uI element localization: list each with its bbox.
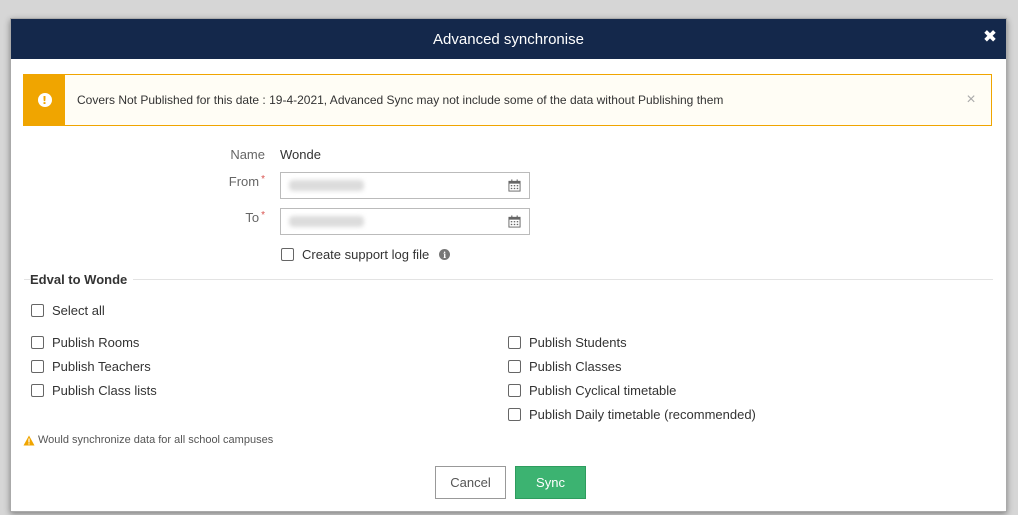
from-label: From * bbox=[205, 174, 265, 189]
publish-teachers-checkbox[interactable] bbox=[31, 360, 44, 373]
alert-message: Covers Not Published for this date : 19-… bbox=[77, 93, 724, 107]
warning-alert: ! Covers Not Published for this date : 1… bbox=[23, 74, 992, 126]
option-row: Publish Teachers bbox=[31, 359, 151, 374]
option-row: Publish Daily timetable (recommended) bbox=[508, 407, 756, 422]
publish-classes-label: Publish Classes bbox=[529, 359, 622, 374]
alert-close-icon[interactable]: × bbox=[961, 91, 981, 109]
to-row: To * bbox=[205, 208, 530, 235]
to-date-input[interactable] bbox=[280, 208, 530, 235]
from-label-text: From bbox=[228, 174, 260, 189]
select-all-label: Select all bbox=[52, 303, 105, 318]
sync-button[interactable]: Sync bbox=[515, 466, 586, 499]
alert-icon-box: ! bbox=[24, 75, 65, 125]
publish-cyclical-timetable-label: Publish Cyclical timetable bbox=[529, 383, 677, 398]
publish-cyclical-timetable-checkbox[interactable] bbox=[508, 384, 521, 397]
select-all-checkbox[interactable] bbox=[31, 304, 44, 317]
publish-classes-checkbox[interactable] bbox=[508, 360, 521, 373]
support-log-checkbox[interactable] bbox=[281, 248, 294, 261]
info-icon[interactable]: i bbox=[439, 249, 451, 260]
publish-students-checkbox[interactable] bbox=[508, 336, 521, 349]
publish-daily-timetable-label: Publish Daily timetable (recommended) bbox=[529, 407, 756, 422]
exclamation-icon: ! bbox=[37, 93, 52, 107]
from-row: From * bbox=[205, 172, 530, 199]
from-date-input[interactable] bbox=[280, 172, 530, 199]
option-row: Publish Students bbox=[508, 335, 627, 350]
section-divider bbox=[24, 279, 993, 280]
publish-rooms-checkbox[interactable] bbox=[31, 336, 44, 349]
dialog-title: Advanced synchronise bbox=[433, 30, 584, 48]
from-date-value-blurred bbox=[289, 180, 364, 191]
select-all-row: Select all bbox=[31, 303, 105, 318]
cancel-button[interactable]: Cancel bbox=[435, 466, 506, 499]
campus-warning-text: Would synchronize data for all school ca… bbox=[38, 434, 274, 446]
publish-class-lists-label: Publish Class lists bbox=[52, 383, 157, 398]
name-label: Name bbox=[230, 147, 265, 162]
dialog-header: Advanced synchronise ✖ bbox=[11, 19, 1006, 59]
option-row: Publish Classes bbox=[508, 359, 622, 374]
publish-class-lists-checkbox[interactable] bbox=[31, 384, 44, 397]
campus-warning: Would synchronize data for all school ca… bbox=[23, 434, 273, 446]
option-row: Publish Class lists bbox=[31, 383, 157, 398]
option-row: Publish Rooms bbox=[31, 335, 139, 350]
support-log-label: Create support log file bbox=[302, 247, 430, 262]
publish-rooms-label: Publish Rooms bbox=[52, 335, 140, 350]
name-value: Wonde bbox=[280, 147, 321, 162]
advanced-sync-dialog: Advanced synchronise ✖ ! Covers Not Publ… bbox=[10, 18, 1007, 512]
name-row: Name Wonde bbox=[205, 147, 321, 162]
to-label-text: To bbox=[245, 210, 260, 225]
close-icon[interactable]: ✖ bbox=[982, 28, 998, 45]
support-log-row: Create support log file i bbox=[281, 247, 451, 262]
section-title: Edval to Wonde bbox=[30, 272, 134, 287]
warning-triangle-icon bbox=[23, 435, 35, 445]
calendar-icon[interactable] bbox=[508, 215, 521, 228]
publish-teachers-label: Publish Teachers bbox=[52, 359, 151, 374]
required-mark: * bbox=[261, 210, 265, 221]
required-mark: * bbox=[261, 174, 265, 185]
publish-students-label: Publish Students bbox=[529, 335, 627, 350]
to-date-value-blurred bbox=[289, 216, 364, 227]
to-label: To * bbox=[205, 210, 265, 225]
option-row: Publish Cyclical timetable bbox=[508, 383, 676, 398]
publish-daily-timetable-checkbox[interactable] bbox=[508, 408, 521, 421]
calendar-icon[interactable] bbox=[508, 179, 521, 192]
